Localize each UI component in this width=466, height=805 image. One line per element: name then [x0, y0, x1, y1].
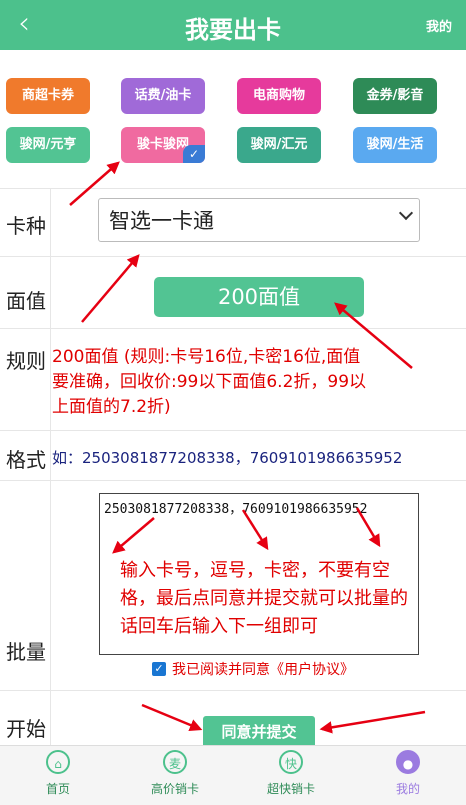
format-label: 格式 [6, 448, 46, 472]
category-6[interactable]: 骏卡骏网 ✓ [121, 127, 205, 163]
batch-hint-annotation: 输入卡号，逗号，卡密，不要有空格，最后点同意并提交就可以批量的话回车后输入下一组… [120, 560, 408, 637]
page-title: 我要出卡 [185, 16, 281, 44]
bottom-tabbar: ⌂ 首页麦高价销卡快超快销卡 ● 我的 [0, 745, 466, 805]
category-4[interactable]: 金券/影音 [353, 78, 437, 114]
start-label: 开始 [6, 717, 46, 741]
tab-home[interactable]: ⌂ 首页 [0, 750, 116, 797]
category-label: 骏网/生活 [366, 137, 424, 152]
category-3[interactable]: 电商购物 [237, 78, 321, 114]
tab-sell[interactable]: 麦高价销卡 [117, 750, 233, 797]
header-mine-link[interactable]: 我的 [426, 16, 452, 35]
category-label: 电商购物 [252, 88, 305, 103]
rule-label: 规则 [6, 349, 46, 373]
category-label: 话费/油卡 [134, 88, 192, 103]
category-5[interactable]: 骏网/元亨 [6, 127, 90, 163]
category-grid: 商超卡券 话费/油卡 电商购物 金券/影音骏网/元亨 骏卡骏网 ✓ 骏网/汇元 骏网/生活 [0, 50, 466, 188]
format-example: 如：2503081877208338，7609101986635952 [52, 449, 403, 467]
fast-icon: 快 [279, 750, 303, 774]
home-icon: ⌂ [46, 750, 70, 774]
sell-icon: 麦 [163, 750, 187, 774]
tab-label: 超快销卡 [266, 782, 315, 796]
tab-profile[interactable]: ● 我的 [350, 750, 466, 797]
agree-checkbox[interactable]: ✓ [152, 662, 166, 676]
denomination-button[interactable]: 200面值 [154, 277, 364, 317]
value-label: 面值 [6, 289, 46, 313]
category-label: 骏卡骏网 [136, 137, 189, 152]
category-1[interactable]: 商超卡券 [6, 78, 90, 114]
profile-icon: ● [396, 750, 420, 774]
category-label: 商超卡券 [21, 88, 74, 103]
kind-label: 卡种 [6, 214, 46, 238]
category-label: 骏网/元亨 [19, 137, 77, 152]
agree-text[interactable]: 我已阅读并同意《用户协议》 [172, 659, 354, 679]
category-8[interactable]: 骏网/生活 [353, 127, 437, 163]
chevron-down-icon [398, 205, 414, 221]
category-2[interactable]: 话费/油卡 [121, 78, 205, 114]
tab-label: 高价销卡 [150, 782, 199, 796]
agree-row[interactable]: ✓ 我已阅读并同意《用户协议》 [152, 659, 354, 679]
batch-label: 批量 [6, 640, 46, 664]
tab-label: 我的 [395, 782, 420, 796]
app-header: ‹ 我要出卡 我的 [0, 0, 466, 50]
category-label: 骏网/汇元 [250, 137, 308, 152]
tab-label: 首页 [45, 782, 70, 796]
card-kind-value: 智选一卡通 [109, 209, 214, 233]
tab-fast[interactable]: 快超快销卡 [233, 750, 349, 797]
rule-text: 200面值 (规则:卡号16位,卡密16位,面值要准确，回收价:99以下面值6.… [52, 347, 367, 417]
submit-button[interactable]: 同意并提交 [203, 716, 315, 748]
checkmark-icon: ✓ [183, 145, 205, 163]
column-divider [50, 188, 51, 745]
category-7[interactable]: 骏网/汇元 [237, 127, 321, 163]
card-kind-select[interactable]: 智选一卡通 [98, 198, 420, 242]
category-label: 金券/影音 [366, 88, 424, 103]
